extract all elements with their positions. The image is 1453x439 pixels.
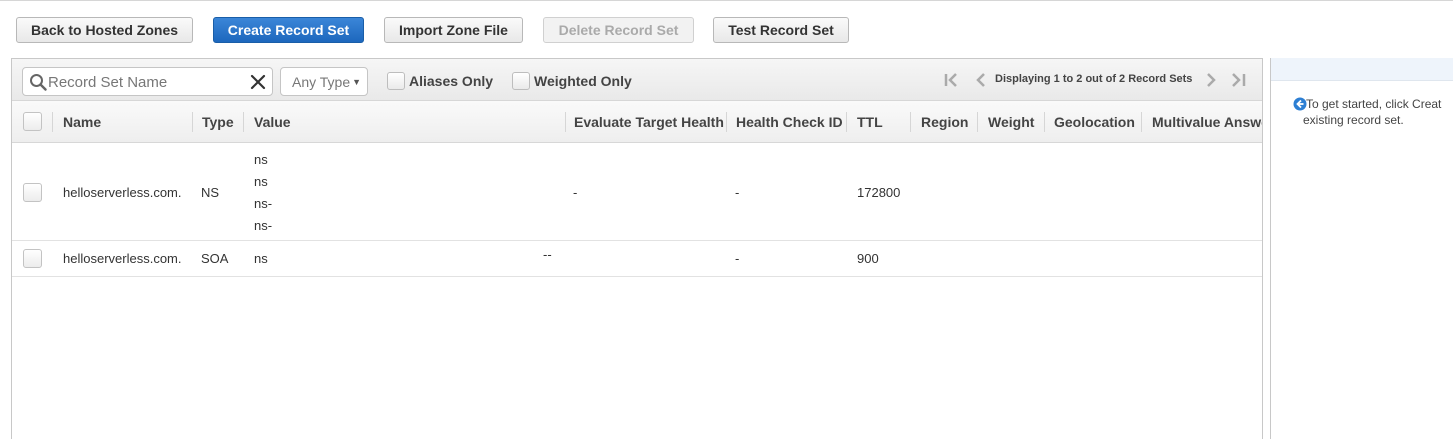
column-divider	[52, 112, 53, 132]
record-value-line: ns	[254, 251, 268, 266]
column-divider	[846, 112, 847, 132]
next-page-icon[interactable]	[1202, 71, 1220, 89]
column-header-health-check-id[interactable]: Health Check ID	[736, 101, 843, 143]
record-sets-panel: Any Type ▼ Aliases Only Weighted Only Di…	[11, 58, 1263, 439]
aliases-only-checkbox[interactable]	[387, 72, 405, 90]
delete-record-set-button[interactable]: Delete Record Set	[543, 17, 694, 43]
aliases-only-label: Aliases Only	[409, 73, 494, 89]
search-icon	[30, 74, 47, 91]
record-type: NS	[201, 185, 220, 200]
record-name: helloserverless.com.	[63, 185, 182, 200]
help-text-line-1: To get started, click Creat	[1306, 97, 1442, 111]
record-health-check-id: -	[735, 251, 740, 266]
record-set-search	[22, 67, 273, 96]
clear-search-icon[interactable]	[248, 72, 268, 92]
table-row[interactable]: helloserverless.com. SOA ns -- - 900	[12, 241, 1262, 277]
record-value-line: ns	[254, 174, 268, 189]
pagination-status: Displaying 1 to 2 out of 2 Record Sets	[995, 73, 1193, 85]
column-divider	[243, 112, 244, 132]
column-divider	[1044, 112, 1045, 132]
help-panel: To get started, click Creat existing rec…	[1270, 58, 1453, 439]
record-value-line: ns	[254, 152, 268, 167]
row-checkbox[interactable]	[23, 249, 42, 268]
top-border	[0, 0, 1453, 1]
help-text: To get started, click Creat existing rec…	[1293, 96, 1453, 128]
column-header-weight[interactable]: Weight	[988, 101, 1034, 143]
column-header-value[interactable]: Value	[254, 101, 291, 143]
filter-bar: Any Type ▼ Aliases Only Weighted Only Di…	[12, 59, 1262, 101]
column-header-geolocation[interactable]: Geolocation	[1054, 101, 1135, 143]
column-header-name[interactable]: Name	[63, 101, 101, 143]
row-checkbox[interactable]	[23, 183, 42, 202]
record-health-check-id: -	[735, 185, 740, 200]
test-record-set-button[interactable]: Test Record Set	[713, 17, 849, 43]
back-arrow-circle-icon	[1293, 97, 1307, 111]
column-divider	[726, 112, 727, 132]
help-text-line-2: existing record set.	[1303, 113, 1404, 127]
search-input[interactable]	[48, 71, 248, 93]
record-type-select[interactable]: Any Type ▼	[280, 67, 368, 96]
table-header: Name Type Value Evaluate Target Health H…	[12, 101, 1262, 143]
column-header-evaluate-target-health[interactable]: Evaluate Target Health	[574, 101, 724, 143]
back-to-hosted-zones-button[interactable]: Back to Hosted Zones	[16, 17, 193, 43]
record-value-line: ns-	[254, 196, 273, 211]
record-evaluate-target-health: -	[573, 185, 578, 200]
record-ttl: 172800	[857, 185, 901, 200]
column-header-multivalue-answer[interactable]: Multivalue Answe	[1152, 101, 1262, 143]
column-divider	[565, 112, 566, 132]
select-all-checkbox[interactable]	[23, 112, 42, 131]
record-value-extra: --	[543, 247, 552, 262]
create-record-set-button[interactable]: Create Record Set	[213, 17, 364, 43]
column-divider	[977, 112, 978, 132]
record-type-value: Any Type	[292, 73, 351, 90]
record-name: helloserverless.com.	[63, 251, 182, 266]
first-page-icon[interactable]	[943, 71, 961, 89]
column-divider	[910, 112, 911, 132]
column-header-region[interactable]: Region	[921, 101, 968, 143]
record-value-line: ns-	[254, 218, 273, 233]
previous-page-icon[interactable]	[972, 71, 990, 89]
last-page-icon[interactable]	[1229, 71, 1247, 89]
column-divider	[1141, 112, 1142, 132]
dropdown-arrow-icon: ▼	[352, 77, 361, 87]
record-ttl: 900	[857, 251, 879, 266]
import-zone-file-button[interactable]: Import Zone File	[384, 17, 523, 43]
column-divider	[192, 112, 193, 132]
weighted-only-label: Weighted Only	[534, 73, 632, 89]
column-header-type[interactable]: Type	[202, 101, 234, 143]
record-type: SOA	[201, 251, 229, 266]
table-row[interactable]: helloserverless.com. NS ns ns ns- ns- - …	[12, 144, 1262, 241]
column-header-ttl[interactable]: TTL	[857, 101, 883, 143]
weighted-only-checkbox[interactable]	[512, 72, 530, 90]
help-panel-header	[1271, 58, 1453, 81]
